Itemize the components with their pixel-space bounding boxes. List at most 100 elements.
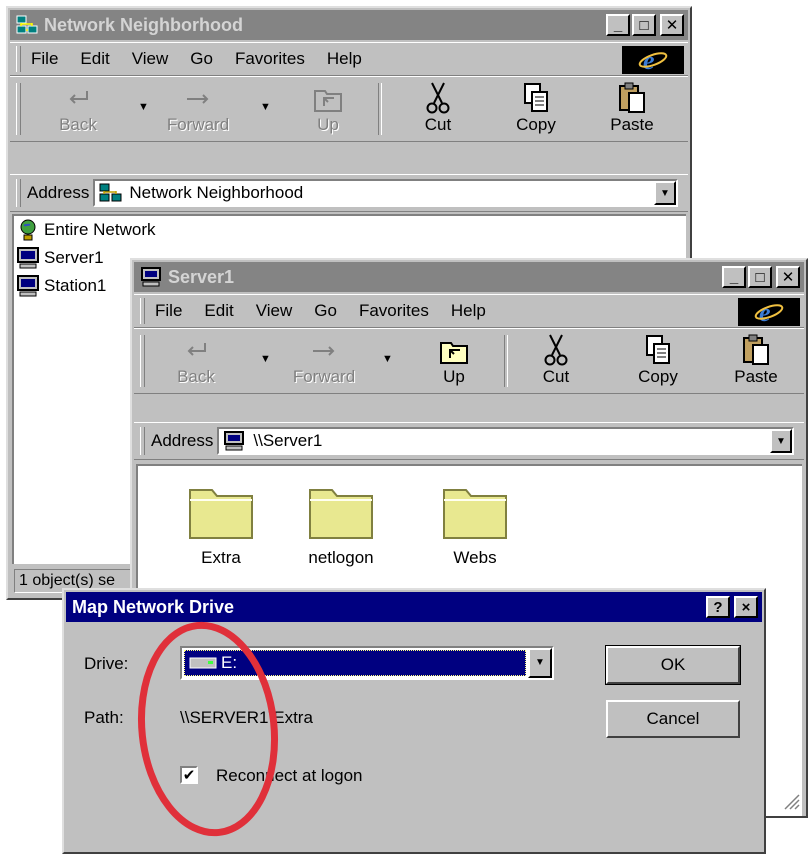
close-button[interactable]: × <box>734 596 758 618</box>
back-dropdown-icon[interactable]: ▼ <box>260 353 271 365</box>
item-label: Server1 <box>44 248 104 267</box>
ie-logo-icon: e <box>738 298 800 326</box>
forward-dropdown-icon[interactable]: ▼ <box>260 101 271 113</box>
forward-label: Forward <box>292 367 356 386</box>
back-dropdown-icon[interactable]: ▼ <box>138 101 149 113</box>
toolbar-grip <box>16 83 21 135</box>
resize-grip-icon[interactable] <box>782 792 800 810</box>
toolbar-separator <box>378 83 382 135</box>
back-arrow-icon <box>69 91 88 104</box>
address-label: Address <box>151 431 214 450</box>
forward-arrow-icon <box>313 346 335 356</box>
back-button[interactable]: Back <box>158 333 234 391</box>
forward-dropdown-icon[interactable]: ▼ <box>382 353 393 365</box>
computer-icon <box>17 275 39 297</box>
highlight-ellipse <box>137 621 279 837</box>
back-button[interactable]: Back <box>40 81 116 139</box>
up-label: Up <box>317 115 339 134</box>
menu-file[interactable]: File <box>31 49 58 69</box>
folder-label: Webs <box>453 548 497 567</box>
cancel-button[interactable]: Cancel <box>606 700 740 738</box>
drive-dropdown-button[interactable]: ▼ <box>528 648 552 678</box>
standard-toolbar: Back ▼ Forward ▼ Up Cut Copy Paste <box>10 76 688 142</box>
help-button[interactable]: ? <box>706 596 730 618</box>
menu-file[interactable]: File <box>155 301 182 321</box>
ok-button[interactable]: OK <box>605 645 741 685</box>
folder-icon <box>443 489 507 539</box>
item-label: Entire Network <box>44 220 156 239</box>
maximize-button[interactable]: □ <box>632 14 656 36</box>
address-grip <box>140 427 145 455</box>
close-button[interactable]: ✕ <box>660 14 684 36</box>
menu-favorites[interactable]: Favorites <box>359 301 429 321</box>
forward-label: Forward <box>166 115 230 134</box>
computer-icon <box>224 431 245 451</box>
network-neighborhood-titlebar[interactable]: Network Neighborhood _ □ ✕ <box>10 10 688 40</box>
close-button[interactable]: ✕ <box>776 266 800 288</box>
toolbar-grip <box>140 335 145 387</box>
back-label: Back <box>177 367 215 386</box>
folder-netlogon[interactable]: netlogon <box>286 480 396 568</box>
menubar: File Edit View Go Favorites Help e <box>134 294 804 328</box>
copy-label: Copy <box>638 367 678 386</box>
standard-toolbar: Back ▼ Forward ▼ Up Cut Copy Paste <box>134 328 804 394</box>
minimize-button[interactable]: _ <box>606 14 630 36</box>
up-button[interactable]: Up <box>290 81 366 139</box>
address-combobox[interactable]: \\Server1 ▼ <box>217 427 794 455</box>
maximize-button[interactable]: □ <box>748 266 772 288</box>
address-value: \\Server1 <box>253 431 323 450</box>
drive-label: Drive: <box>84 654 129 673</box>
menubar-grip <box>16 46 21 72</box>
paste-icon <box>619 82 645 113</box>
computer-icon <box>17 247 39 269</box>
address-bar: Address \\Server1 ▼ <box>134 422 804 460</box>
forward-button[interactable]: Forward <box>286 333 362 391</box>
folder-webs[interactable]: Webs <box>420 480 530 568</box>
folder-label: Extra <box>201 548 241 567</box>
toolbar-separator <box>504 335 508 387</box>
address-label: Address <box>27 183 90 202</box>
list-item-entire-network[interactable]: Entire Network <box>14 216 686 244</box>
globe-icon <box>20 219 36 241</box>
window-title: Server1 <box>168 266 235 287</box>
menu-favorites[interactable]: Favorites <box>235 49 305 69</box>
address-dropdown-button[interactable]: ▼ <box>770 429 792 453</box>
cut-label: Cut <box>424 115 452 134</box>
back-label: Back <box>59 115 97 134</box>
svg-text:e: e <box>759 299 771 325</box>
svg-text:e: e <box>643 47 655 73</box>
up-folder-icon <box>314 90 342 112</box>
cut-button[interactable]: Cut <box>518 333 594 391</box>
window-title: Network Neighborhood <box>44 14 243 35</box>
copy-button[interactable]: Copy <box>498 81 574 139</box>
up-button[interactable]: Up <box>416 333 492 391</box>
menu-view[interactable]: View <box>256 301 293 321</box>
network-icon <box>16 15 38 34</box>
menu-edit[interactable]: Edit <box>80 49 109 69</box>
menu-edit[interactable]: Edit <box>204 301 233 321</box>
server1-titlebar[interactable]: Server1 _ □ ✕ <box>134 262 804 292</box>
folder-label: netlogon <box>308 548 374 567</box>
menu-help[interactable]: Help <box>327 49 362 69</box>
computer-icon <box>141 267 161 287</box>
paste-button[interactable]: Paste <box>718 333 794 391</box>
folder-extra[interactable]: Extra <box>166 480 276 568</box>
paste-label: Paste <box>610 115 654 134</box>
forward-button[interactable]: Forward <box>160 81 236 139</box>
menu-view[interactable]: View <box>132 49 169 69</box>
menu-help[interactable]: Help <box>451 301 486 321</box>
menu-go[interactable]: Go <box>314 301 337 321</box>
address-dropdown-button[interactable]: ▼ <box>654 181 676 205</box>
scissors-icon <box>426 82 450 114</box>
paste-button[interactable]: Paste <box>594 81 670 139</box>
copy-button[interactable]: Copy <box>620 333 696 391</box>
menu-go[interactable]: Go <box>190 49 213 69</box>
copy-label: Copy <box>516 115 556 134</box>
minimize-button[interactable]: _ <box>722 266 746 288</box>
address-grip <box>16 179 21 207</box>
address-value: Network Neighborhood <box>129 183 304 202</box>
address-combobox[interactable]: Network Neighborhood ▼ <box>93 179 678 207</box>
forward-arrow-icon <box>187 94 209 104</box>
cut-button[interactable]: Cut <box>400 81 476 139</box>
ie-logo-icon: e <box>622 46 684 74</box>
